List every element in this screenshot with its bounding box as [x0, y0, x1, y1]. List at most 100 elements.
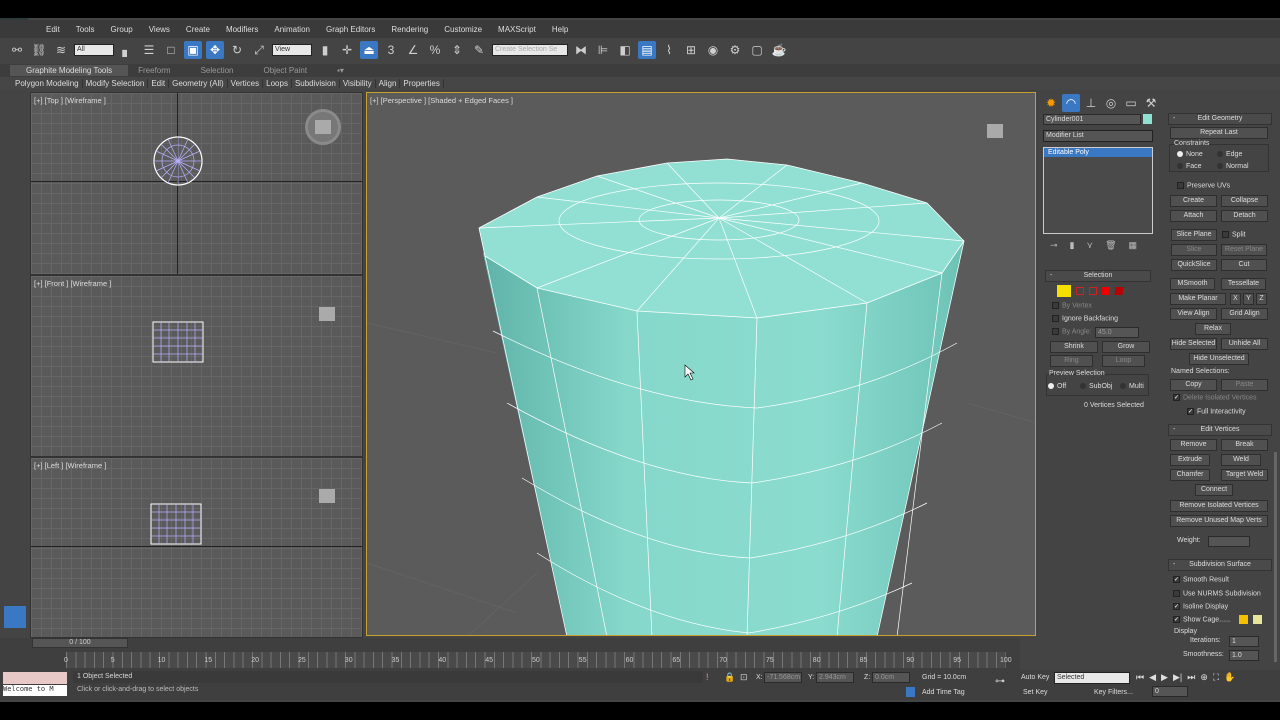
panel-polygon-modeling[interactable]: Polygon Modeling — [12, 78, 83, 88]
scale-icon[interactable]: ⤢ — [250, 41, 268, 59]
loop-button[interactable]: Loop — [1102, 355, 1145, 367]
constraint-edge-radio[interactable]: Edge — [1217, 151, 1242, 158]
menu-edit[interactable]: Edit — [38, 25, 68, 34]
current-frame-field[interactable]: 0 — [1152, 686, 1188, 697]
pan-icon[interactable]: ✋ — [1224, 672, 1235, 683]
pivot-icon[interactable]: ▮ — [316, 41, 334, 59]
key-filters-button[interactable]: Key Filters... — [1094, 689, 1133, 696]
panel-align[interactable]: Align — [376, 78, 401, 88]
rotate-icon[interactable]: ↻ — [228, 41, 246, 59]
polygon-mode-icon[interactable] — [1102, 287, 1110, 295]
selection-rollout-header[interactable]: - Selection — [1045, 270, 1151, 282]
delete-isolated-checkbox[interactable]: ✓ Delete Isolated Vertices — [1173, 394, 1257, 401]
viewport-perspective[interactable]: [+] [Perspective ] [Shaded + Edged Faces… — [366, 92, 1036, 636]
render-frame-icon[interactable]: ▢ — [748, 41, 766, 59]
remove-button[interactable]: Remove — [1170, 439, 1217, 451]
utilities-tab-icon[interactable]: ⚒ — [1142, 94, 1160, 112]
spinner-snap-icon[interactable]: ⇕ — [448, 41, 466, 59]
isoline-display-checkbox[interactable]: ✓ Isoline Display — [1173, 603, 1228, 610]
by-vertex-checkbox[interactable]: By Vertex — [1052, 302, 1092, 309]
remove-isolated-button[interactable]: Remove Isolated Vertices — [1170, 500, 1268, 512]
quickslice-button[interactable]: QuickSlice — [1171, 259, 1217, 271]
menu-create[interactable]: Create — [178, 25, 218, 34]
zoom-icon[interactable]: ⊕ — [1200, 672, 1208, 683]
manipulate-icon[interactable]: ✛ — [338, 41, 356, 59]
next-frame-icon[interactable]: ▶| — [1173, 672, 1182, 683]
remove-unused-map-verts-button[interactable]: Remove Unused Map Verts — [1170, 515, 1268, 527]
x-coordinate-field[interactable]: -71.568cm — [764, 672, 802, 683]
connect-button[interactable]: Connect — [1195, 484, 1233, 496]
panel-properties[interactable]: Properties — [400, 78, 444, 88]
add-time-tag[interactable]: Add Time Tag — [922, 689, 965, 696]
full-interactivity-checkbox[interactable]: ✓ Full Interactivity — [1187, 408, 1246, 415]
grow-button[interactable]: Grow — [1102, 341, 1150, 353]
planar-z-button[interactable]: Z — [1256, 293, 1267, 305]
split-checkbox[interactable]: Split — [1222, 231, 1246, 238]
tessellate-button[interactable]: Tessellate — [1221, 278, 1266, 290]
bind-space-warp-icon[interactable]: ≋ — [52, 41, 70, 59]
select-object-icon[interactable]: ▖ — [118, 41, 136, 59]
panel-vertices[interactable]: Vertices — [228, 78, 264, 88]
panel-geometry-all[interactable]: Geometry (All) — [169, 78, 228, 88]
command-panel-scrollbar[interactable] — [1274, 452, 1277, 662]
auto-key-button[interactable]: Auto Key — [1021, 674, 1049, 681]
viewport-label-front[interactable]: [+] [Front ] [Wireframe ] — [34, 279, 111, 288]
create-button[interactable]: Create — [1170, 195, 1217, 207]
show-end-result-icon[interactable]: ▮ — [1070, 240, 1075, 251]
zoom-extents-icon[interactable]: ⛶ — [1213, 672, 1219, 683]
time-slider[interactable]: 0 / 100 — [32, 638, 128, 648]
viewcube[interactable] — [977, 113, 1013, 149]
viewcube[interactable] — [309, 296, 345, 332]
set-key-button[interactable]: Set Key — [1023, 689, 1048, 696]
configure-sets-icon[interactable]: ▦ — [1129, 240, 1138, 251]
break-button[interactable]: Break — [1221, 439, 1268, 451]
material-editor-icon[interactable]: ◉ — [704, 41, 722, 59]
viewcube[interactable] — [309, 478, 345, 514]
panel-edit[interactable]: Edit — [148, 78, 170, 88]
preview-off-radio[interactable]: Off — [1048, 383, 1066, 390]
stack-item-editable-poly[interactable]: Editable Poly — [1044, 148, 1152, 157]
previous-frame-icon[interactable]: ◀ — [1149, 672, 1156, 683]
move-icon[interactable]: ✥ — [206, 41, 224, 59]
make-unique-icon[interactable]: ⋎ — [1087, 240, 1094, 251]
hide-selected-button[interactable]: Hide Selected — [1170, 338, 1217, 350]
extrude-button[interactable]: Extrude — [1170, 454, 1210, 466]
viewport-label-perspective[interactable]: [+] [Perspective ] [Shaded + Edged Faces… — [370, 96, 513, 105]
mirror-icon[interactable]: ⧓ — [572, 41, 590, 59]
subdivision-rollout-header[interactable]: - Subdivision Surface — [1168, 559, 1272, 571]
menu-group[interactable]: Group — [102, 25, 140, 34]
border-mode-icon[interactable] — [1089, 287, 1097, 295]
lock-icon[interactable]: 🔒 — [724, 672, 735, 683]
attach-button[interactable]: Attach — [1170, 210, 1217, 222]
preview-subobj-radio[interactable]: SubObj — [1080, 383, 1112, 390]
align-icon[interactable]: ⊫ — [594, 41, 612, 59]
panel-modify-selection[interactable]: Modify Selection — [83, 78, 149, 88]
copy-button[interactable]: Copy — [1170, 379, 1217, 391]
vertex-mode-icon[interactable] — [1057, 285, 1071, 297]
viewport-layout-icon[interactable] — [4, 606, 26, 628]
angle-snap-icon[interactable]: ∠ — [404, 41, 422, 59]
viewcube[interactable] — [305, 109, 341, 145]
maxscript-listener[interactable]: Welcome to M — [3, 685, 67, 696]
ring-button[interactable]: Ring — [1050, 355, 1093, 367]
menu-views[interactable]: Views — [141, 25, 178, 34]
paste-button[interactable]: Paste — [1221, 379, 1268, 391]
link-icon[interactable]: ⚯ — [8, 41, 26, 59]
key-mode-dropdown[interactable]: Selected — [1054, 672, 1130, 684]
ribbon-toggle-icon[interactable]: ▤ — [638, 41, 656, 59]
smoothness-field[interactable]: 1.0 — [1229, 650, 1259, 661]
unhide-all-button[interactable]: Unhide All — [1221, 338, 1268, 350]
viewport-front[interactable]: [+] [Front ] [Wireframe ] — [30, 275, 363, 457]
menu-animation[interactable]: Animation — [266, 25, 318, 34]
menu-help[interactable]: Help — [544, 25, 576, 34]
rect-selection-icon[interactable]: □ — [162, 41, 180, 59]
remove-modifier-icon[interactable]: 🗑 — [1105, 240, 1116, 251]
select-by-name-icon[interactable]: ☰ — [140, 41, 158, 59]
slice-plane-button[interactable]: Slice Plane — [1171, 229, 1217, 241]
y-coordinate-field[interactable]: 2.943cm — [816, 672, 854, 683]
isolate-icon[interactable]: ! — [706, 672, 709, 682]
maxscript-listener-pink[interactable] — [3, 672, 67, 684]
pin-stack-icon[interactable]: ⊸ — [1050, 240, 1058, 251]
menu-tools[interactable]: Tools — [68, 25, 103, 34]
modify-tab-icon[interactable]: ◠ — [1062, 94, 1080, 112]
